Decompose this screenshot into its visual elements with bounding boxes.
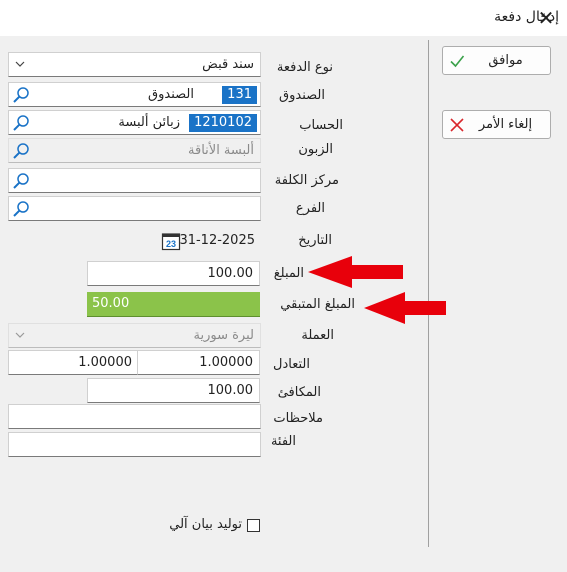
ok-button-label: موافق <box>488 53 523 68</box>
arrow-left-icon <box>308 256 403 288</box>
cost-center-label: مركز الكلفة <box>274 173 339 188</box>
cashbox-code: 131 <box>222 86 257 104</box>
account-label: الحساب <box>299 118 343 133</box>
branch-field[interactable] <box>8 196 261 221</box>
equivalent-label: المكافئ <box>277 385 321 400</box>
customer-label: الزبون <box>298 142 333 157</box>
account-name: زبائن ألبسة <box>118 115 180 130</box>
cost-center-field[interactable] <box>8 168 261 193</box>
amount-value: 100.00 <box>207 266 254 281</box>
equivalent-field[interactable]: 100.00 <box>87 378 260 403</box>
notes-field[interactable] <box>8 404 261 429</box>
cancel-x-icon <box>450 118 464 132</box>
date-value: 31-12-2025 <box>179 233 255 248</box>
amount-label: المبلغ <box>273 266 304 281</box>
search-icon[interactable] <box>11 113 31 133</box>
cancel-button[interactable]: إلغاء الأمر <box>442 110 551 139</box>
exchange-field-1[interactable]: 1.00000 <box>8 350 139 375</box>
notes-label: ملاحظات <box>273 411 323 426</box>
account-field[interactable]: زبائن ألبسة 1210102 <box>8 110 261 135</box>
remaining-amount-value: 50.00 <box>92 296 130 311</box>
account-code: 1210102 <box>189 114 257 132</box>
exchange-field-2[interactable]: 1.00000 <box>137 350 260 375</box>
cashbox-label: الصندوق <box>279 88 325 103</box>
auto-statement-label: توليد بيان آلي <box>169 517 242 532</box>
payment-type-value: سند قبض <box>202 57 254 72</box>
chevron-down-icon <box>15 332 25 338</box>
date-field[interactable]: 23 31-12-2025 <box>158 230 261 254</box>
search-icon[interactable] <box>11 171 31 191</box>
customer-value: ألبسة الأناقة <box>188 143 254 158</box>
remaining-amount-label: المبلغ المتبقي <box>280 297 355 312</box>
currency-select[interactable]: ليرة سورية <box>8 323 261 348</box>
cashbox-field[interactable]: الصندوق 131 <box>8 82 261 107</box>
search-icon[interactable] <box>11 85 31 105</box>
exchange-label: التعادل <box>273 357 310 372</box>
search-icon[interactable] <box>11 199 31 219</box>
payment-type-select[interactable]: سند قبض <box>8 52 261 77</box>
close-icon[interactable]: ✕ <box>534 7 558 29</box>
chevron-down-icon <box>15 61 25 67</box>
ok-button[interactable]: موافق <box>442 46 551 75</box>
amount-field[interactable]: 100.00 <box>87 261 260 286</box>
svg-text:23: 23 <box>166 239 176 249</box>
exchange-value-1: 1.00000 <box>78 355 132 370</box>
remaining-amount-field: 50.00 <box>87 292 260 317</box>
cancel-button-label: إلغاء الأمر <box>478 117 533 132</box>
title-bar: إدخال دفعة ✕ <box>0 0 567 36</box>
customer-field[interactable]: ألبسة الأناقة <box>8 138 261 163</box>
arrow-left-icon <box>364 292 446 324</box>
date-label: التاريخ <box>298 233 332 248</box>
search-icon[interactable] <box>11 141 31 161</box>
auto-statement-checkbox[interactable] <box>247 519 260 532</box>
exchange-value-2: 1.00000 <box>199 355 253 370</box>
currency-value: ليرة سورية <box>193 328 254 343</box>
branch-label: الفرع <box>295 201 325 216</box>
calendar-icon[interactable]: 23 <box>161 231 181 251</box>
payment-type-label: نوع الدفعة <box>276 60 333 75</box>
equivalent-value: 100.00 <box>207 383 254 398</box>
category-field[interactable] <box>8 432 261 457</box>
category-label: الفئة <box>270 434 296 449</box>
currency-label: العملة <box>301 328 334 343</box>
cashbox-name: الصندوق <box>148 87 194 102</box>
check-icon <box>450 55 465 68</box>
